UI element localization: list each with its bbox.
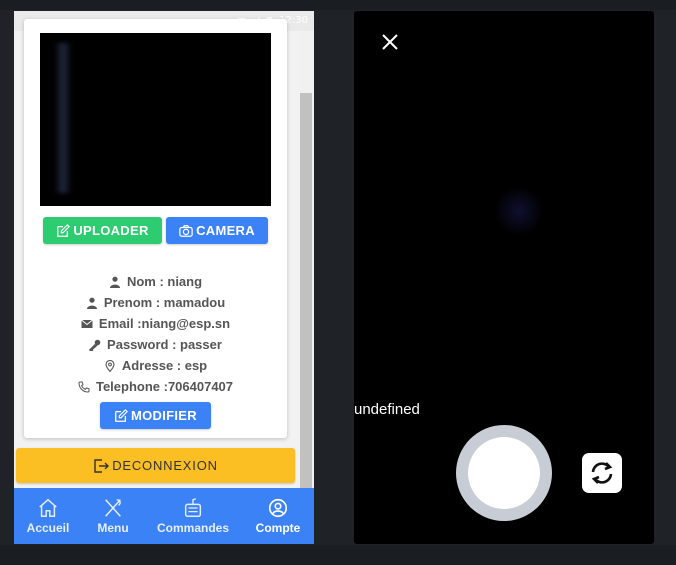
mail-icon [81, 319, 93, 328]
tab-compte-label: Compte [255, 521, 301, 535]
orders-icon [184, 498, 202, 517]
modify-button[interactable]: MODIFIER [100, 402, 211, 429]
edit-icon [115, 408, 128, 422]
camera-status-text: undefined [354, 401, 420, 418]
tab-menu-label: Menu [97, 521, 129, 535]
upload-label: UPLOADER [73, 223, 149, 238]
bottom-tab-bar: Accueil Menu Commandes Compte [14, 488, 314, 544]
tab-commandes-label: Commandes [156, 521, 230, 535]
adresse-text: Adresse : esp [121, 358, 208, 373]
nom-text: Nom : niang [126, 274, 203, 289]
email-text: Email :niang@esp.sn [98, 316, 231, 331]
info-telephone: Telephone :706407407 [24, 379, 287, 394]
account-icon [268, 498, 288, 518]
logout-button[interactable]: DECONNEXION [16, 448, 295, 483]
upload-button[interactable]: UPLOADER [43, 217, 162, 244]
user-icon [109, 276, 120, 288]
bottom-dark-bar [0, 545, 676, 565]
camera-viewfinder [494, 186, 544, 236]
photo-preview [40, 33, 271, 206]
tab-compte[interactable]: Compte [253, 488, 303, 544]
telephone-text: Telephone :706407407 [95, 379, 234, 394]
tab-menu[interactable]: Menu [94, 488, 132, 544]
user-icon [86, 297, 97, 309]
tab-accueil-label: Accueil [26, 521, 70, 535]
close-icon[interactable] [379, 31, 401, 53]
edit-icon [57, 223, 71, 237]
logout-icon [94, 458, 110, 473]
info-adresse: Adresse : esp [24, 358, 287, 373]
tab-accueil[interactable]: Accueil [24, 488, 72, 544]
phone-icon [78, 381, 90, 393]
camera-button[interactable]: CAMERA [166, 217, 268, 244]
info-email: Email :niang@esp.sn [24, 316, 287, 331]
modify-label: MODIFIER [131, 408, 197, 423]
camera-label: CAMERA [196, 223, 255, 238]
info-prenom: Prenom : mamadou [24, 295, 287, 310]
shutter-button-inner[interactable] [468, 437, 540, 509]
camera-screen: undefined [354, 11, 654, 544]
info-nom: Nom : niang [24, 274, 287, 289]
key-icon [89, 339, 101, 351]
password-text: Password : passer [107, 337, 222, 352]
info-password: Password : passer [24, 337, 287, 352]
flip-camera-button[interactable] [582, 453, 622, 493]
scrollbar-thumb[interactable] [300, 93, 312, 488]
home-icon [39, 498, 57, 517]
top-dark-bar [0, 0, 676, 10]
prenom-text: Prenom : mamadou [103, 295, 226, 310]
location-icon [105, 359, 115, 372]
flip-camera-icon [591, 462, 613, 484]
tab-commandes[interactable]: Commandes [154, 488, 232, 544]
profile-screen: 12:30 UPLOADER CAMERA Nom : niang Prenom… [14, 11, 314, 544]
camera-icon [179, 224, 193, 237]
profile-card: UPLOADER CAMERA Nom : niang Prenom : mam… [24, 19, 287, 438]
menu-utensils-icon [105, 499, 121, 517]
logout-label: DECONNEXION [112, 458, 218, 473]
